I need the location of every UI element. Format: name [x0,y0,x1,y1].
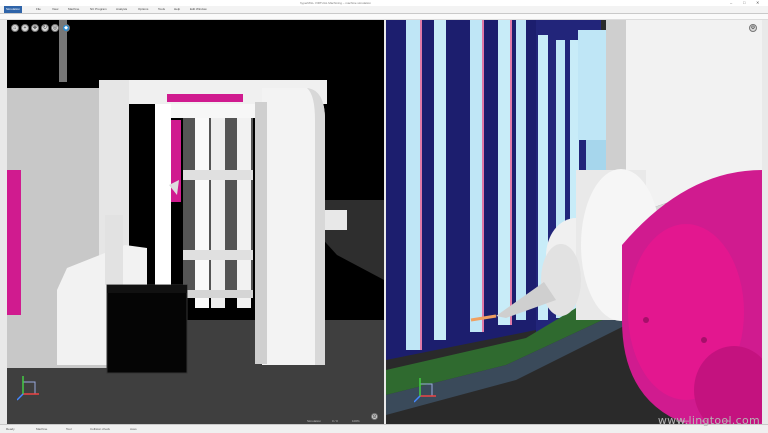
viewport-left[interactable]: ⌂ + ✥ ↻ ◎ ◆ Simulation 0 / 0 100% ⚙ [7,20,384,424]
viewport-right[interactable]: ⚙ Simulation 0 / 0 100% [386,20,762,424]
tab-nc-program[interactable]: NC Program [88,6,109,13]
status-count: 0 / 0 [332,419,338,423]
zoom-icon[interactable]: + [21,24,29,32]
tab-analysis[interactable]: Analysis [114,6,129,13]
view-options-icon[interactable]: ⚙ [749,24,757,32]
rotate-icon[interactable]: ↻ [41,24,49,32]
tab-edit-window[interactable]: Edit Window [188,6,209,13]
axis-triad-icon [414,378,436,403]
orbit-icon[interactable]: ◎ [51,24,59,32]
tab-file[interactable]: File [34,6,43,13]
watermark-text: www.lingtool.com [657,414,760,427]
viewport-settings-icon[interactable]: ⚙ [371,413,378,420]
machining-scene-right [386,20,762,424]
status-mode: Simulation [307,419,322,423]
tab-simulation[interactable]: Simulation [4,6,23,13]
tab-help[interactable]: Help [172,6,182,13]
tab-machine[interactable]: Machine [66,6,81,13]
home-view-icon[interactable]: ⌂ [11,24,19,32]
pan-icon[interactable]: ✥ [31,24,39,32]
tab-view[interactable]: View [50,6,60,13]
machine-scene-left [7,20,384,424]
ribbon-tabs: Simulation File View Machine NC Program … [0,6,768,14]
axis-triad-icon [17,376,39,401]
tab-options[interactable]: Options [136,6,150,13]
status-zoom: 100% [352,419,360,423]
right-frame [762,20,768,424]
view-cube-icon[interactable]: ◆ [62,24,70,32]
tab-tools[interactable]: Tools [156,6,167,13]
viewport-left-status: Simulation 0 / 0 100% [7,416,384,424]
left-frame [0,20,7,424]
